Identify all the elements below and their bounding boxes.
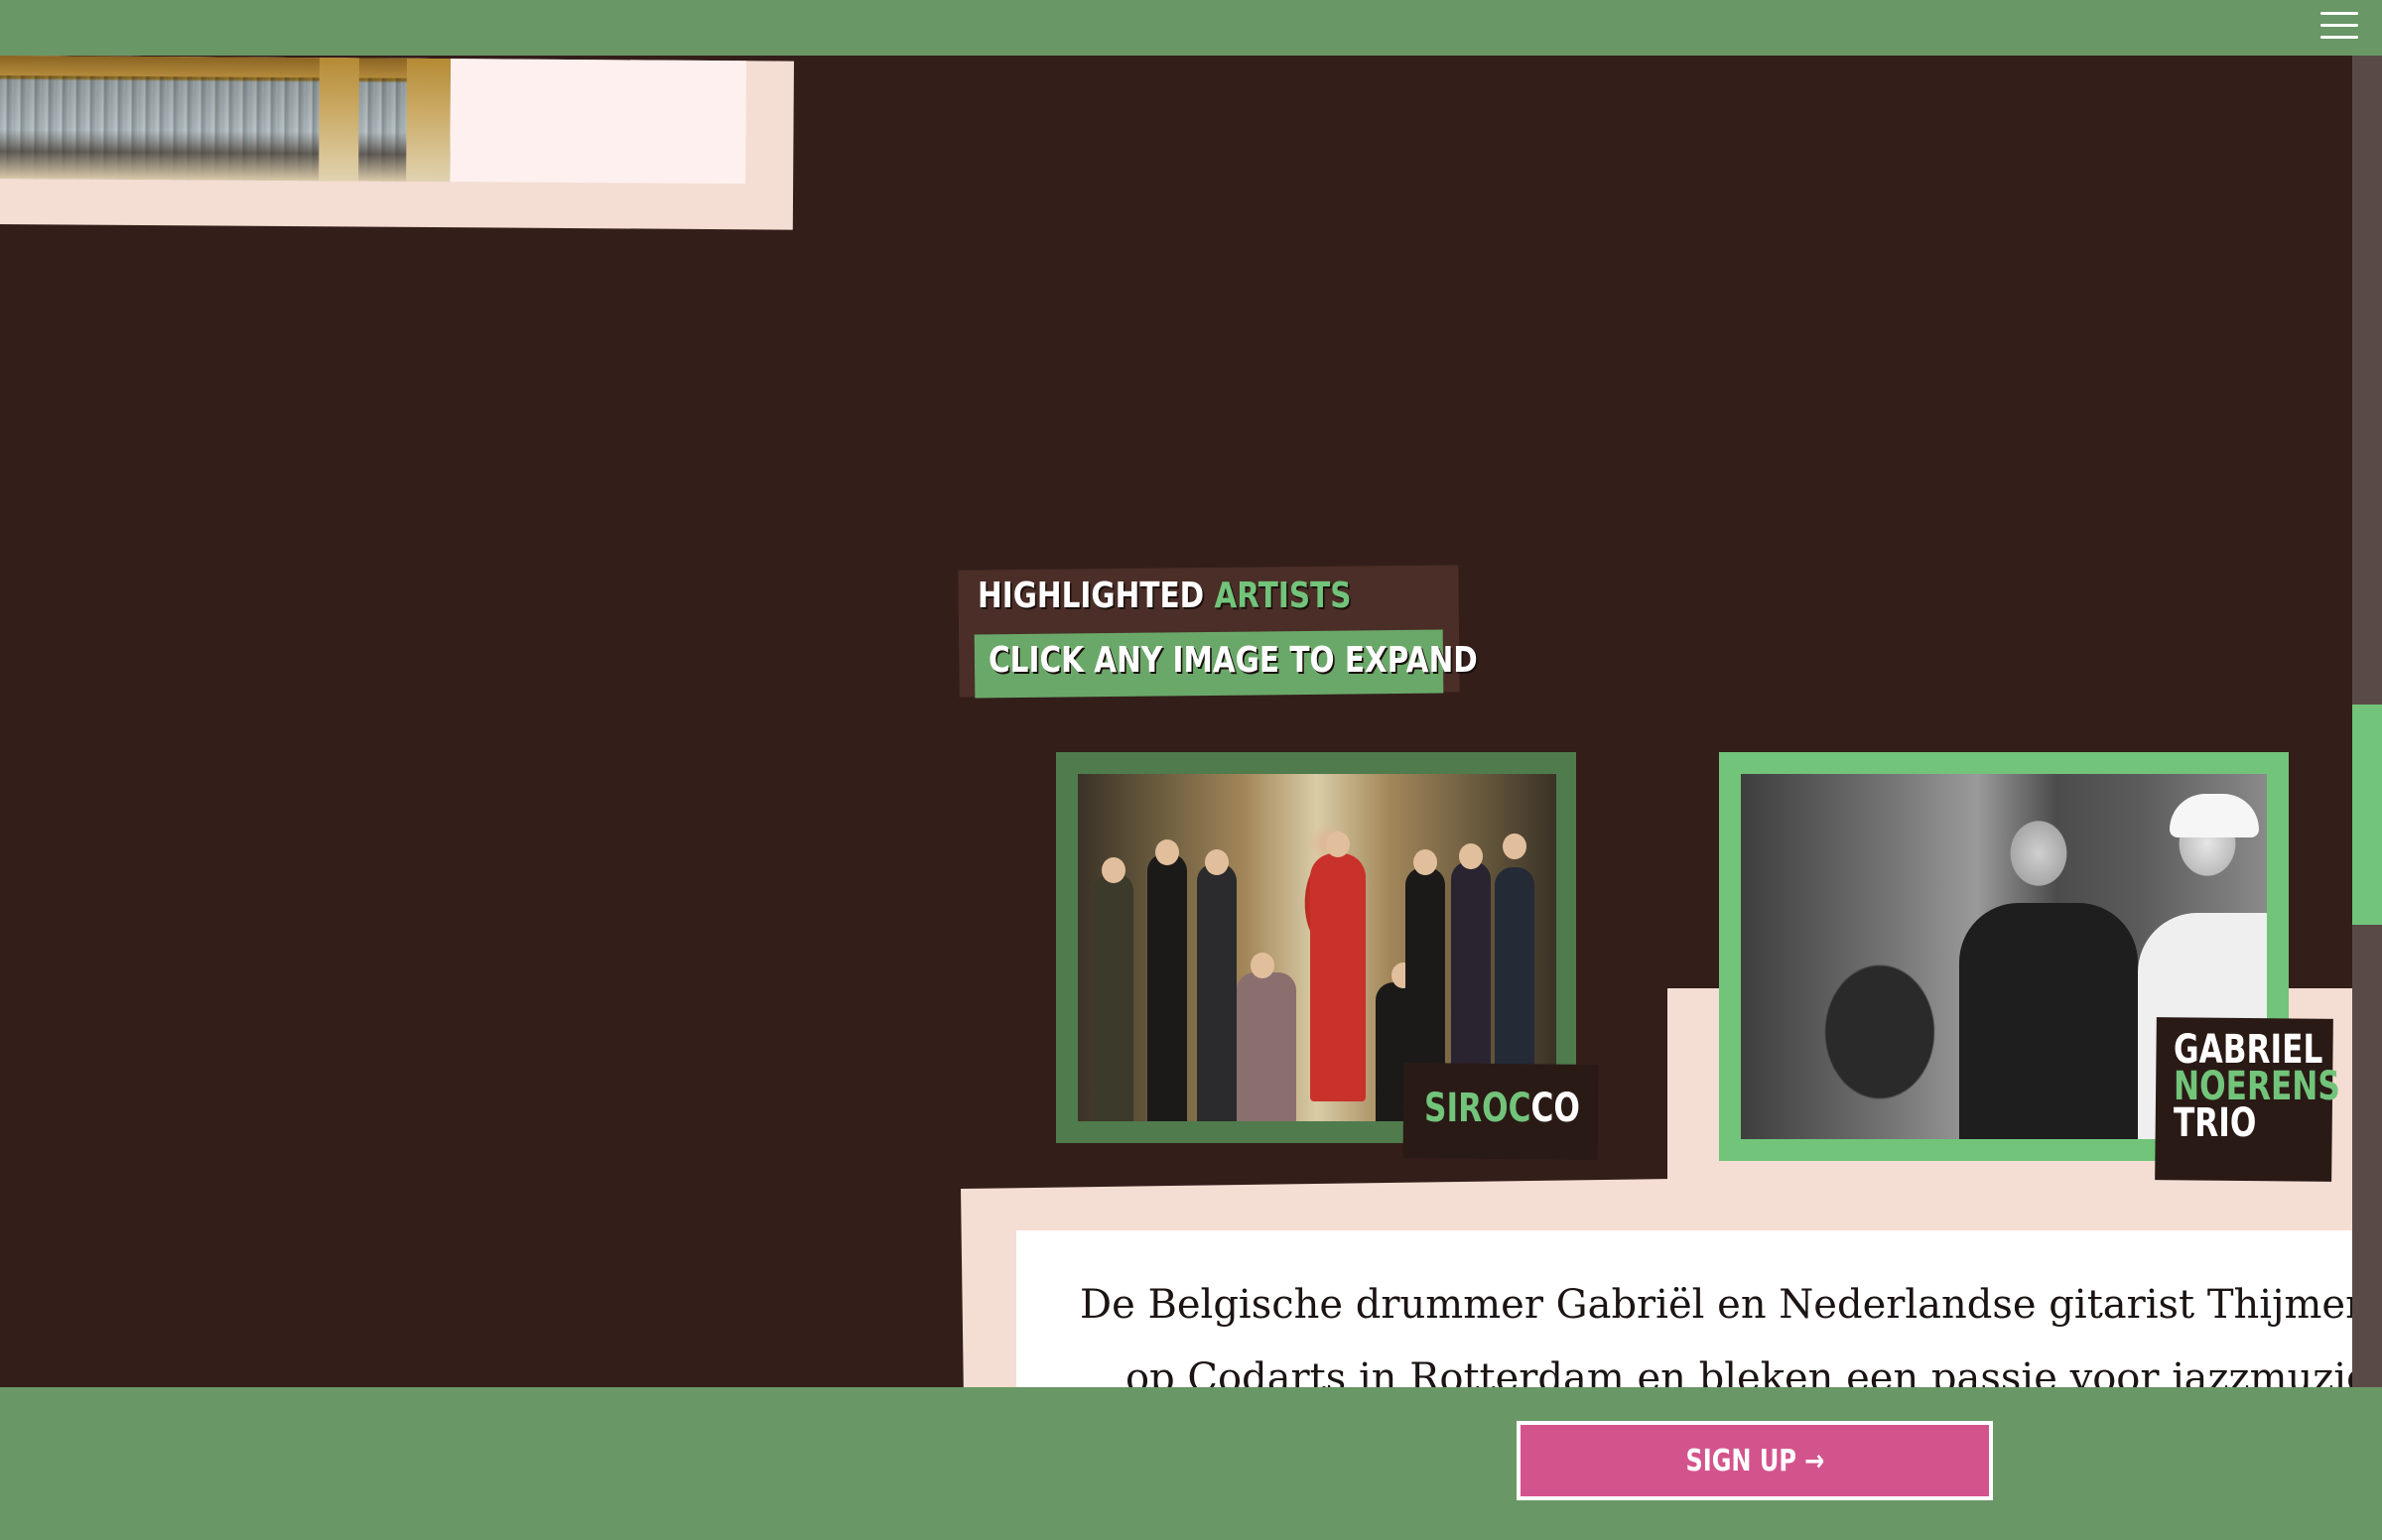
click-to-expand-hint: CLICK ANY IMAGE TO EXPAND xyxy=(989,640,1478,681)
menu-line xyxy=(2320,24,2358,27)
band-member xyxy=(1237,972,1296,1121)
band-member-head xyxy=(1459,843,1483,869)
scrollbar-thumb[interactable] xyxy=(2352,705,2382,925)
band-member-red-suit xyxy=(1310,853,1366,1101)
band-member-head xyxy=(1102,857,1125,883)
band-member xyxy=(1197,863,1237,1121)
title-accent: ARTISTS xyxy=(1214,576,1352,616)
trio-member xyxy=(1959,903,2138,1139)
band-member-head xyxy=(1326,832,1350,857)
hamburger-menu-icon[interactable] xyxy=(2320,12,2358,42)
band-member xyxy=(1094,873,1133,1121)
building-roof xyxy=(0,56,451,79)
sign-up-button[interactable]: SIGN UP → xyxy=(1517,1421,1993,1500)
menu-line xyxy=(2320,36,2358,39)
artist-name-sirocco: SIROCCO xyxy=(1424,1086,1580,1131)
band-member-head xyxy=(1155,839,1179,865)
artist-name-accent: SIROC xyxy=(1424,1086,1531,1131)
band-member-head xyxy=(1251,953,1274,978)
building-column xyxy=(319,58,359,182)
page: HIGHLIGHTED ARTISTS CLICK ANY IMAGE TO E… xyxy=(0,0,2382,1540)
venue-image-inner xyxy=(0,56,746,185)
building-column xyxy=(406,58,451,183)
band-member xyxy=(1147,853,1187,1121)
description-line: De Belgische drummer Gabriël en Nederlan… xyxy=(1080,1282,2382,1328)
venue-photo[interactable] xyxy=(0,56,451,183)
sign-up-text: SIGN UP xyxy=(1685,1443,1796,1478)
highlighted-artists-title: HIGHLIGHTED ARTISTS xyxy=(978,576,1351,616)
menu-line xyxy=(2320,12,2358,15)
bottom-bar xyxy=(0,1387,2382,1540)
cap xyxy=(2170,794,2259,837)
artist-name-gabriel-noerens-trio: GABRIEL NOERENS TRIO xyxy=(2174,1030,2340,1146)
top-navigation-bar xyxy=(0,0,2382,56)
band-member-head xyxy=(1503,834,1526,859)
band-member-head xyxy=(1205,849,1229,875)
sign-up-label: SIGN UP → xyxy=(1685,1444,1824,1478)
venue-image-card xyxy=(0,56,794,230)
artist-name-rest: CO xyxy=(1530,1086,1580,1131)
title-main: HIGHLIGHTED xyxy=(978,576,1205,616)
artist-name-line: TRIO xyxy=(2174,1100,2257,1146)
arrow-right-icon: → xyxy=(1803,1443,1824,1478)
band-member-head xyxy=(1413,849,1437,875)
